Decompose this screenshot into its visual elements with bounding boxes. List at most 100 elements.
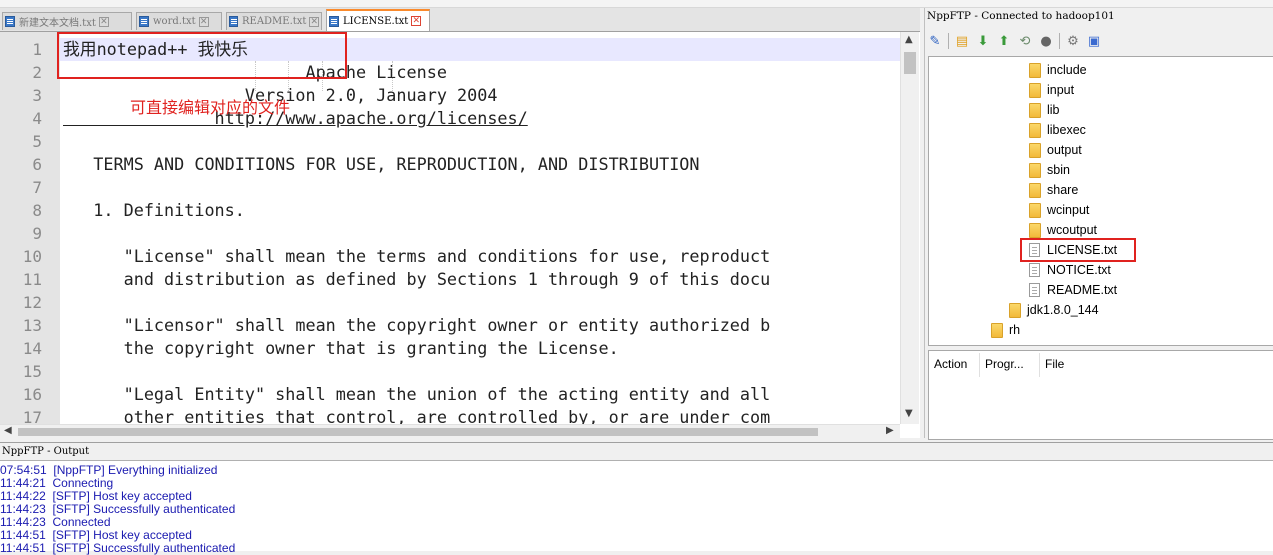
tree-folder-item[interactable]: wcinput [1029, 200, 1089, 220]
queue-header-action[interactable]: Action [934, 357, 967, 371]
scroll-left-icon[interactable]: ◀ [4, 425, 12, 436]
close-icon[interactable]: ✕ [411, 16, 422, 26]
toolbar-separator [948, 33, 949, 49]
folder-icon [1029, 102, 1041, 118]
close-icon[interactable]: ✕ [98, 16, 109, 27]
connect-icon[interactable]: ✎ [927, 33, 943, 49]
tab-new-text-document[interactable]: 新建文本文档.txt ✕ [2, 12, 132, 30]
folder-icon [1029, 162, 1041, 178]
line-number: 15 [22, 362, 42, 381]
nppftp-output-panel: NppFTP - Output 07:54:51 [NppFTP] Everyt… [0, 442, 1273, 555]
close-icon[interactable]: ✕ [309, 16, 319, 27]
folder-icon[interactable]: ▤ [954, 33, 970, 49]
toolbar-separator [1059, 33, 1060, 49]
tree-folder-item[interactable]: libexec [1029, 120, 1086, 140]
line-number: 3 [32, 86, 42, 105]
tree-item-label: README.txt [1047, 283, 1118, 297]
download-icon[interactable]: ⬇ [975, 33, 991, 49]
folder-icon [1029, 142, 1041, 158]
line-number: 1 [32, 40, 42, 59]
vertical-scrollbar[interactable]: ▲ ▼ [900, 32, 919, 424]
tree-folder-item[interactable]: share [1029, 180, 1078, 200]
code-line: "Legal Entity" shall mean the union of t… [63, 384, 771, 404]
code-line: and distribution as defined by Sections … [63, 269, 771, 289]
queue-header-progress[interactable]: Progr... [985, 357, 1024, 371]
code-line: "Licensor" shall mean the copyright owne… [63, 315, 771, 335]
nppftp-panel: NppFTP - Connected to hadoop101 ✎ ▤ ⬇ ⬆ … [924, 8, 1273, 440]
transfer-queue: Action Progr... File [928, 350, 1273, 440]
tree-folder-item[interactable]: rh [991, 320, 1020, 340]
annotation-highlight-box [1020, 238, 1136, 262]
code-line: TERMS AND CONDITIONS FOR USE, REPRODUCTI… [63, 154, 700, 174]
tree-item-label: include [1047, 63, 1087, 77]
tab-license-txt[interactable]: LICENSE.txt ✕ [326, 9, 430, 31]
refresh-icon[interactable]: ⟲ [1017, 33, 1033, 49]
file-icon [329, 15, 339, 27]
output-title: NppFTP - Output [0, 443, 1273, 461]
tree-folder-item[interactable]: sbin [1029, 160, 1070, 180]
remote-file-tree[interactable]: include input lib libexec output sbin share wci… [928, 56, 1273, 346]
code-line: "License" shall mean the terms and condi… [63, 246, 771, 266]
scroll-down-icon[interactable]: ▼ [905, 408, 913, 419]
tree-folder-item[interactable]: jdk1.8.0_144 [1009, 300, 1099, 320]
folder-icon [1029, 222, 1041, 238]
tree-item-label: wcoutput [1047, 223, 1098, 237]
tree-item-label: libexec [1047, 123, 1086, 137]
tree-item-label: sbin [1047, 163, 1070, 177]
tree-folder-item[interactable]: include [1029, 60, 1087, 80]
tree-folder-item[interactable]: wcoutput [1029, 220, 1097, 240]
line-number: 4 [32, 109, 42, 128]
tree-item-label: lib [1047, 103, 1060, 117]
file-icon [1029, 283, 1040, 297]
log-line: 11:44:51 [SFTP] Successfully authenticat… [0, 541, 236, 555]
tree-folder-item[interactable]: output [1029, 140, 1082, 160]
line-number: 13 [22, 316, 42, 335]
scrollbar-thumb[interactable] [18, 428, 818, 436]
window-top-strip [0, 0, 1273, 8]
tab-bar: 新建文本文档.txt ✕ word.txt ✕ README.txt ✕ LIC… [0, 8, 920, 32]
scrollbar-thumb[interactable] [904, 52, 916, 74]
tab-label: 新建文本文档.txt [19, 18, 96, 29]
tab-readme-txt[interactable]: README.txt ✕ [226, 12, 322, 30]
line-number: 9 [32, 224, 42, 243]
abort-icon[interactable]: ● [1038, 33, 1054, 49]
folder-icon [1029, 122, 1041, 138]
scroll-right-icon[interactable]: ▶ [886, 425, 894, 436]
line-number-gutter: 1 2 3 4 5 6 7 8 9 10 11 12 13 14 15 16 17 [0, 32, 60, 427]
code-line: the copyright owner that is granting the… [63, 338, 619, 358]
tree-file-item[interactable]: README.txt [1029, 280, 1117, 300]
settings-icon[interactable]: ⚙ [1065, 33, 1081, 49]
window-icon[interactable]: ▣ [1086, 33, 1102, 49]
upload-icon[interactable]: ⬆ [996, 33, 1012, 49]
tree-item-label: wcinput [1047, 203, 1090, 217]
tree-folder-item[interactable]: lib [1029, 100, 1060, 120]
line-number: 6 [32, 155, 42, 174]
tree-item-label: share [1047, 183, 1079, 197]
folder-icon [1029, 182, 1041, 198]
line-number: 8 [32, 201, 42, 220]
line-number: 14 [22, 339, 42, 358]
ftp-panel-title: NppFTP - Connected to hadoop101 [927, 10, 1115, 22]
close-icon[interactable]: ✕ [198, 16, 209, 27]
output-log: 07:54:51 [NppFTP] Everything initialized… [0, 464, 235, 555]
annotation-text: 可直接编辑对应的文件 [130, 98, 291, 117]
annotation-highlight-box [57, 32, 347, 79]
scroll-up-icon[interactable]: ▲ [905, 34, 913, 45]
code-line: other entities that control, are control… [63, 407, 771, 424]
tree-folder-item[interactable]: input [1029, 80, 1074, 100]
tab-word-txt[interactable]: word.txt ✕ [136, 12, 222, 30]
line-number: 2 [32, 63, 42, 82]
queue-header-file[interactable]: File [1045, 357, 1064, 371]
tree-file-item[interactable]: NOTICE.txt [1029, 260, 1111, 280]
code-line: 1. Definitions. [63, 200, 245, 220]
horizontal-scrollbar[interactable]: ◀ ▶ [0, 424, 900, 439]
text-editor-area[interactable]: 我用notepad++ 我快乐 Apache License Version 2… [60, 32, 900, 424]
tab-label: README.txt [241, 16, 307, 27]
file-icon [1029, 263, 1040, 277]
header-divider [979, 353, 980, 377]
folder-icon [1029, 62, 1041, 78]
folder-icon [1009, 302, 1021, 318]
tree-item-label: input [1047, 83, 1075, 97]
line-number: 12 [22, 293, 42, 312]
tree-item-label: output [1047, 143, 1082, 157]
